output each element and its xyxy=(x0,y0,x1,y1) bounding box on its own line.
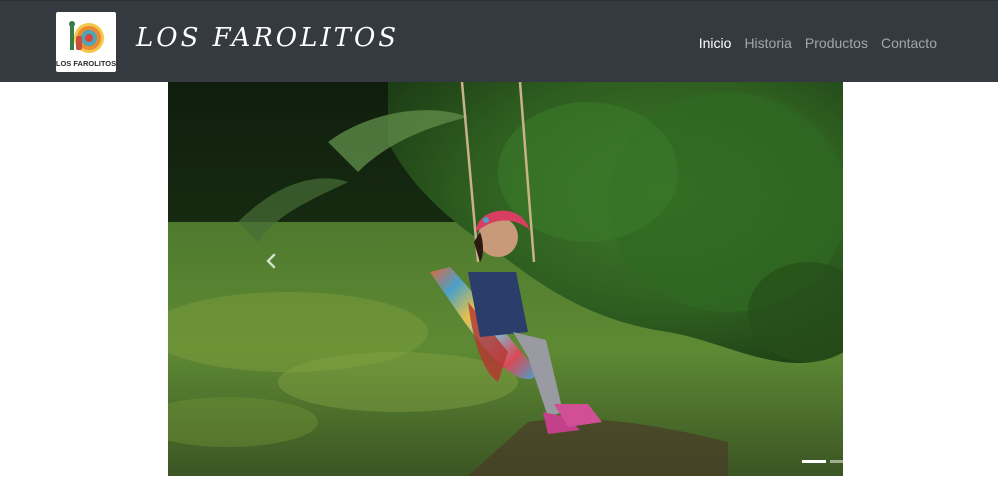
carousel-indicators xyxy=(802,460,843,463)
brand-title[interactable]: LOS FAROLITOS xyxy=(136,25,399,51)
nav-link-contacto[interactable]: Contacto xyxy=(881,35,937,51)
nav-link-historia[interactable]: Historia xyxy=(744,35,791,51)
image-carousel xyxy=(168,82,843,476)
main-nav: Inicio Historia Productos Contacto xyxy=(699,35,937,51)
chevron-left-icon xyxy=(266,253,276,269)
carousel-indicator-2[interactable] xyxy=(830,460,843,463)
brand-logo[interactable]: LOS FAROLITOS xyxy=(56,12,116,72)
nav-link-inicio[interactable]: Inicio xyxy=(699,35,732,51)
carousel-indicator-1[interactable] xyxy=(802,460,826,463)
slide-photo xyxy=(168,82,843,476)
farolitos-logo-icon: LOS FAROLITOS xyxy=(56,21,116,68)
nav-link-productos[interactable]: Productos xyxy=(805,35,868,51)
navbar: LOS FAROLITOS LOS FAROLITOS Inicio Histo… xyxy=(0,0,998,82)
carousel-prev-control[interactable] xyxy=(260,250,282,272)
svg-text:LOS FAROLITOS: LOS FAROLITOS xyxy=(56,59,116,68)
